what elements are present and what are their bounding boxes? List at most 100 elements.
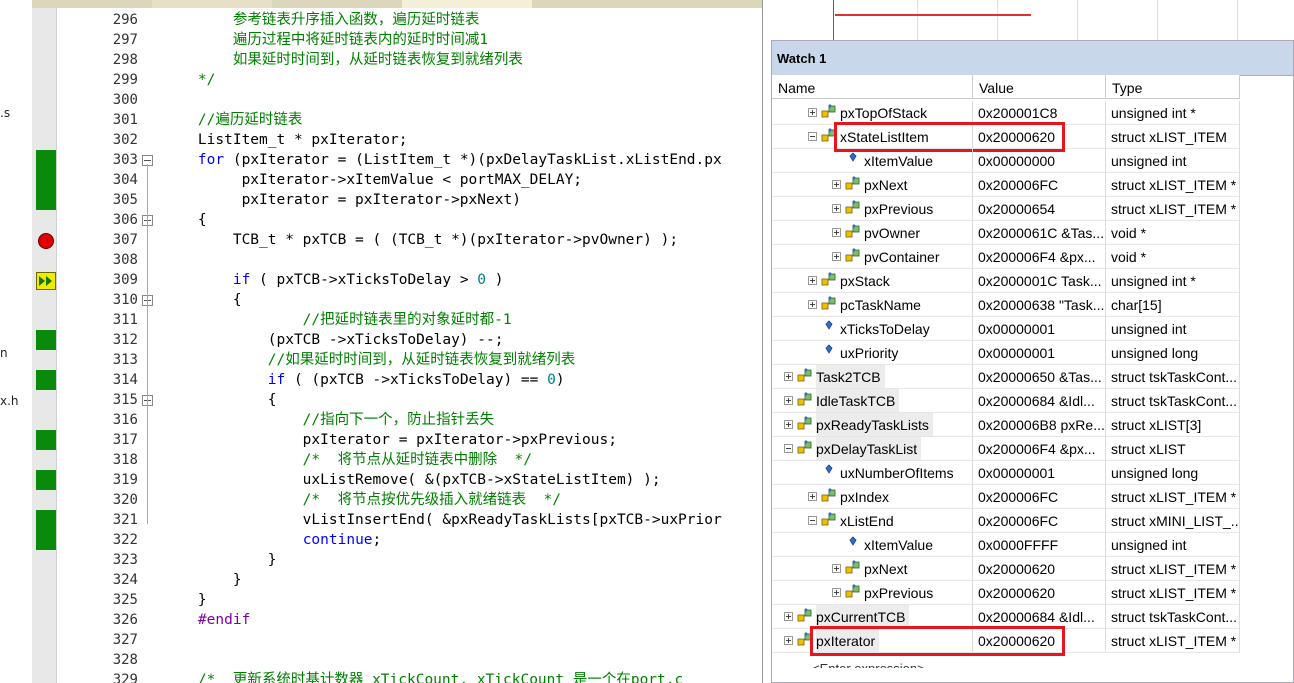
watch-value[interactable]: 0x20000620 <box>973 581 1106 605</box>
watch-row[interactable]: pxNext 0x20000620 struct xLIST_ITEM * <box>772 557 1293 581</box>
collapse-icon[interactable] <box>808 132 817 141</box>
watch-name-cell[interactable]: uxNumberOfItems <box>772 461 973 485</box>
watch-row[interactable]: pxDelayTaskList 0x200006F4 &px... struct x… <box>772 437 1293 461</box>
code-line[interactable]: 305 pxIterator = pxIterator->pxNext) <box>32 190 762 210</box>
watch-value[interactable]: 0x00000001 <box>973 461 1106 485</box>
code-line[interactable]: 316 //指向下一个，防止指针丢失 <box>32 410 762 430</box>
code-text[interactable]: { <box>163 290 242 310</box>
watch-row[interactable]: pvContainer 0x200006F4 &px... void * <box>772 245 1293 269</box>
code-line[interactable]: 325 } <box>32 590 762 610</box>
code-text[interactable]: #endif <box>163 610 250 630</box>
watch-value[interactable]: 0x20000684 &Idl... <box>973 389 1106 413</box>
watch-value[interactable]: 0x200006F4 &px... <box>973 437 1106 461</box>
code-line[interactable]: 310 { <box>32 290 762 310</box>
editor-tab[interactable] <box>32 0 153 8</box>
watch-name-cell[interactable]: pxPrevious <box>772 197 973 221</box>
code-text[interactable]: } <box>163 590 207 610</box>
column-header-value[interactable]: Value <box>973 75 1106 99</box>
code-text[interactable]: } <box>163 570 242 590</box>
watch-value[interactable]: 0x00000000 <box>973 149 1106 173</box>
expand-icon[interactable] <box>832 564 841 573</box>
code-line[interactable]: 328 <box>32 650 762 670</box>
editor-tab[interactable] <box>272 0 403 8</box>
code-text[interactable]: if ( pxTCB->xTicksToDelay > 0 ) <box>163 270 504 290</box>
watch-name-cell[interactable]: xItemValue <box>772 149 973 173</box>
code-line[interactable]: 315 { <box>32 390 762 410</box>
watch-row[interactable]: pxStack 0x2000001C Task... unsigned int * <box>772 269 1293 293</box>
code-line[interactable]: 299 */ <box>32 70 762 90</box>
editor-tab[interactable] <box>152 0 273 8</box>
code-text[interactable]: for (pxIterator = (ListItem_t *)(pxDelay… <box>163 150 722 170</box>
watch-row[interactable]: xListEnd 0x200006FC struct xMINI_LIST_... <box>772 509 1293 533</box>
watch-row[interactable]: IdleTaskTCB 0x20000684 &Idl... struct tskT… <box>772 389 1293 413</box>
watch-name-cell[interactable]: pxNext <box>772 173 973 197</box>
watch-row[interactable]: Task2TCB 0x20000650 &Tas... struct tskTask… <box>772 365 1293 389</box>
code-text[interactable]: TCB_t * pxTCB = ( (TCB_t *)(pxIterator->… <box>163 230 678 250</box>
code-line[interactable]: 303 for (pxIterator = (ListItem_t *)(pxD… <box>32 150 762 170</box>
code-text[interactable]: /* 将节点按优先级插入就绪链表 */ <box>163 490 561 510</box>
code-line[interactable]: 301 //遍历延时链表 <box>32 110 762 130</box>
code-text[interactable]: pxIterator->xItemValue < portMAX_DELAY; <box>163 170 582 190</box>
code-line[interactable]: 304 pxIterator->xItemValue < portMAX_DEL… <box>32 170 762 190</box>
code-line[interactable]: 317 pxIterator = pxIterator->pxPrevious; <box>32 430 762 450</box>
code-line[interactable]: 296 参考链表升序插入函数，遍历延时链表 <box>32 10 762 30</box>
expand-icon[interactable] <box>808 108 817 117</box>
watch-value[interactable]: 0x200006FC <box>973 485 1106 509</box>
watch-name-cell[interactable]: pxStack <box>772 269 973 293</box>
watch-name-cell[interactable]: pxReadyTaskLists <box>772 413 973 437</box>
expand-icon[interactable] <box>832 252 841 261</box>
code-text[interactable]: //把延时链表里的对象延时都-1 <box>163 310 512 330</box>
watch-row[interactable]: uxPriority 0x00000001 unsigned long <box>772 341 1293 365</box>
watch-name-cell[interactable]: pxNext <box>772 557 973 581</box>
expand-icon[interactable] <box>784 636 793 645</box>
code-text[interactable]: /* 更新系统时基计数器 xTickCount, xTickCount 是一个在… <box>163 670 683 683</box>
watch-value[interactable]: 0x00000001 <box>973 341 1106 365</box>
code-line[interactable]: 327 <box>32 630 762 650</box>
code-line[interactable]: 313 //如果延时时间到，从延时链表恢复到就绪列表 <box>32 350 762 370</box>
code-text[interactable]: pxIterator = pxIterator->pxNext) <box>163 190 521 210</box>
watch-value[interactable]: 0x00000001 <box>973 317 1106 341</box>
code-line[interactable]: 326 #endif <box>32 610 762 630</box>
watch-window[interactable]: Watch 1 Name Value Type pxTopOfStack 0x20… <box>771 40 1294 683</box>
code-line[interactable]: 318 /* 将节点从延时链表中删除 */ <box>32 450 762 470</box>
code-text[interactable]: continue; <box>163 530 382 550</box>
code-line[interactable]: 297 遍历过程中将延时链表内的延时时间减1 <box>32 30 762 50</box>
watch-name-cell[interactable]: xItemValue <box>772 533 973 557</box>
code-text[interactable]: { <box>163 390 277 410</box>
watch-name-cell[interactable]: uxPriority <box>772 341 973 365</box>
code-line[interactable]: 321 vListInsertEnd( &pxReadyTaskLists[px… <box>32 510 762 530</box>
watch-value[interactable]: 0x200006FC <box>973 509 1106 533</box>
expand-icon[interactable] <box>832 588 841 597</box>
code-line[interactable]: 309 if ( pxTCB->xTicksToDelay > 0 ) <box>32 270 762 290</box>
code-line[interactable]: 324 } <box>32 570 762 590</box>
code-line[interactable]: 307 TCB_t * pxTCB = ( (TCB_t *)(pxIterat… <box>32 230 762 250</box>
expand-icon[interactable] <box>784 420 793 429</box>
expand-icon[interactable] <box>808 492 817 501</box>
watch-title-bar[interactable]: Watch 1 <box>772 41 1293 76</box>
code-line[interactable]: 306 { <box>32 210 762 230</box>
watch-value[interactable]: 0x0000FFFF <box>973 533 1106 557</box>
watch-row[interactable]: xItemValue 0x0000FFFF unsigned int <box>772 533 1293 557</box>
watch-name-cell[interactable]: xListEnd <box>772 509 973 533</box>
code-line[interactable]: 320 /* 将节点按优先级插入就绪链表 */ <box>32 490 762 510</box>
expand-icon[interactable] <box>784 612 793 621</box>
code-line[interactable]: 300 <box>32 90 762 110</box>
watch-value[interactable]: 0x200006B8 pxRe... <box>973 413 1106 437</box>
watch-name-cell[interactable]: pvContainer <box>772 245 973 269</box>
watch-name-cell[interactable]: pxDelayTaskList <box>772 437 973 461</box>
watch-value[interactable]: 0x20000638 "Task... <box>973 293 1106 317</box>
watch-name-cell[interactable]: xTicksToDelay <box>772 317 973 341</box>
editor-tab[interactable] <box>402 0 533 8</box>
code-line[interactable]: 314 if ( (pxTCB ->xTicksToDelay) == 0) <box>32 370 762 390</box>
code-text[interactable]: { <box>163 210 207 230</box>
watch-row[interactable]: pxPrevious 0x20000620 struct xLIST_ITEM * <box>772 581 1293 605</box>
expand-icon[interactable] <box>832 204 841 213</box>
watch-name-cell[interactable]: pvOwner <box>772 221 973 245</box>
watch-row[interactable]: pxIndex 0x200006FC struct xLIST_ITEM * <box>772 485 1293 509</box>
watch-row[interactable]: pvOwner 0x2000061C &Tas... void * <box>772 221 1293 245</box>
editor-tab[interactable] <box>652 0 763 8</box>
watch-value[interactable]: 0x2000001C Task... <box>973 269 1106 293</box>
watch-row[interactable]: xStateListItem 0x20000620 struct xLIST_ITE… <box>772 122 1293 152</box>
code-text[interactable]: /* 将节点从延时链表中删除 */ <box>163 450 532 470</box>
collapse-icon[interactable] <box>784 444 793 453</box>
